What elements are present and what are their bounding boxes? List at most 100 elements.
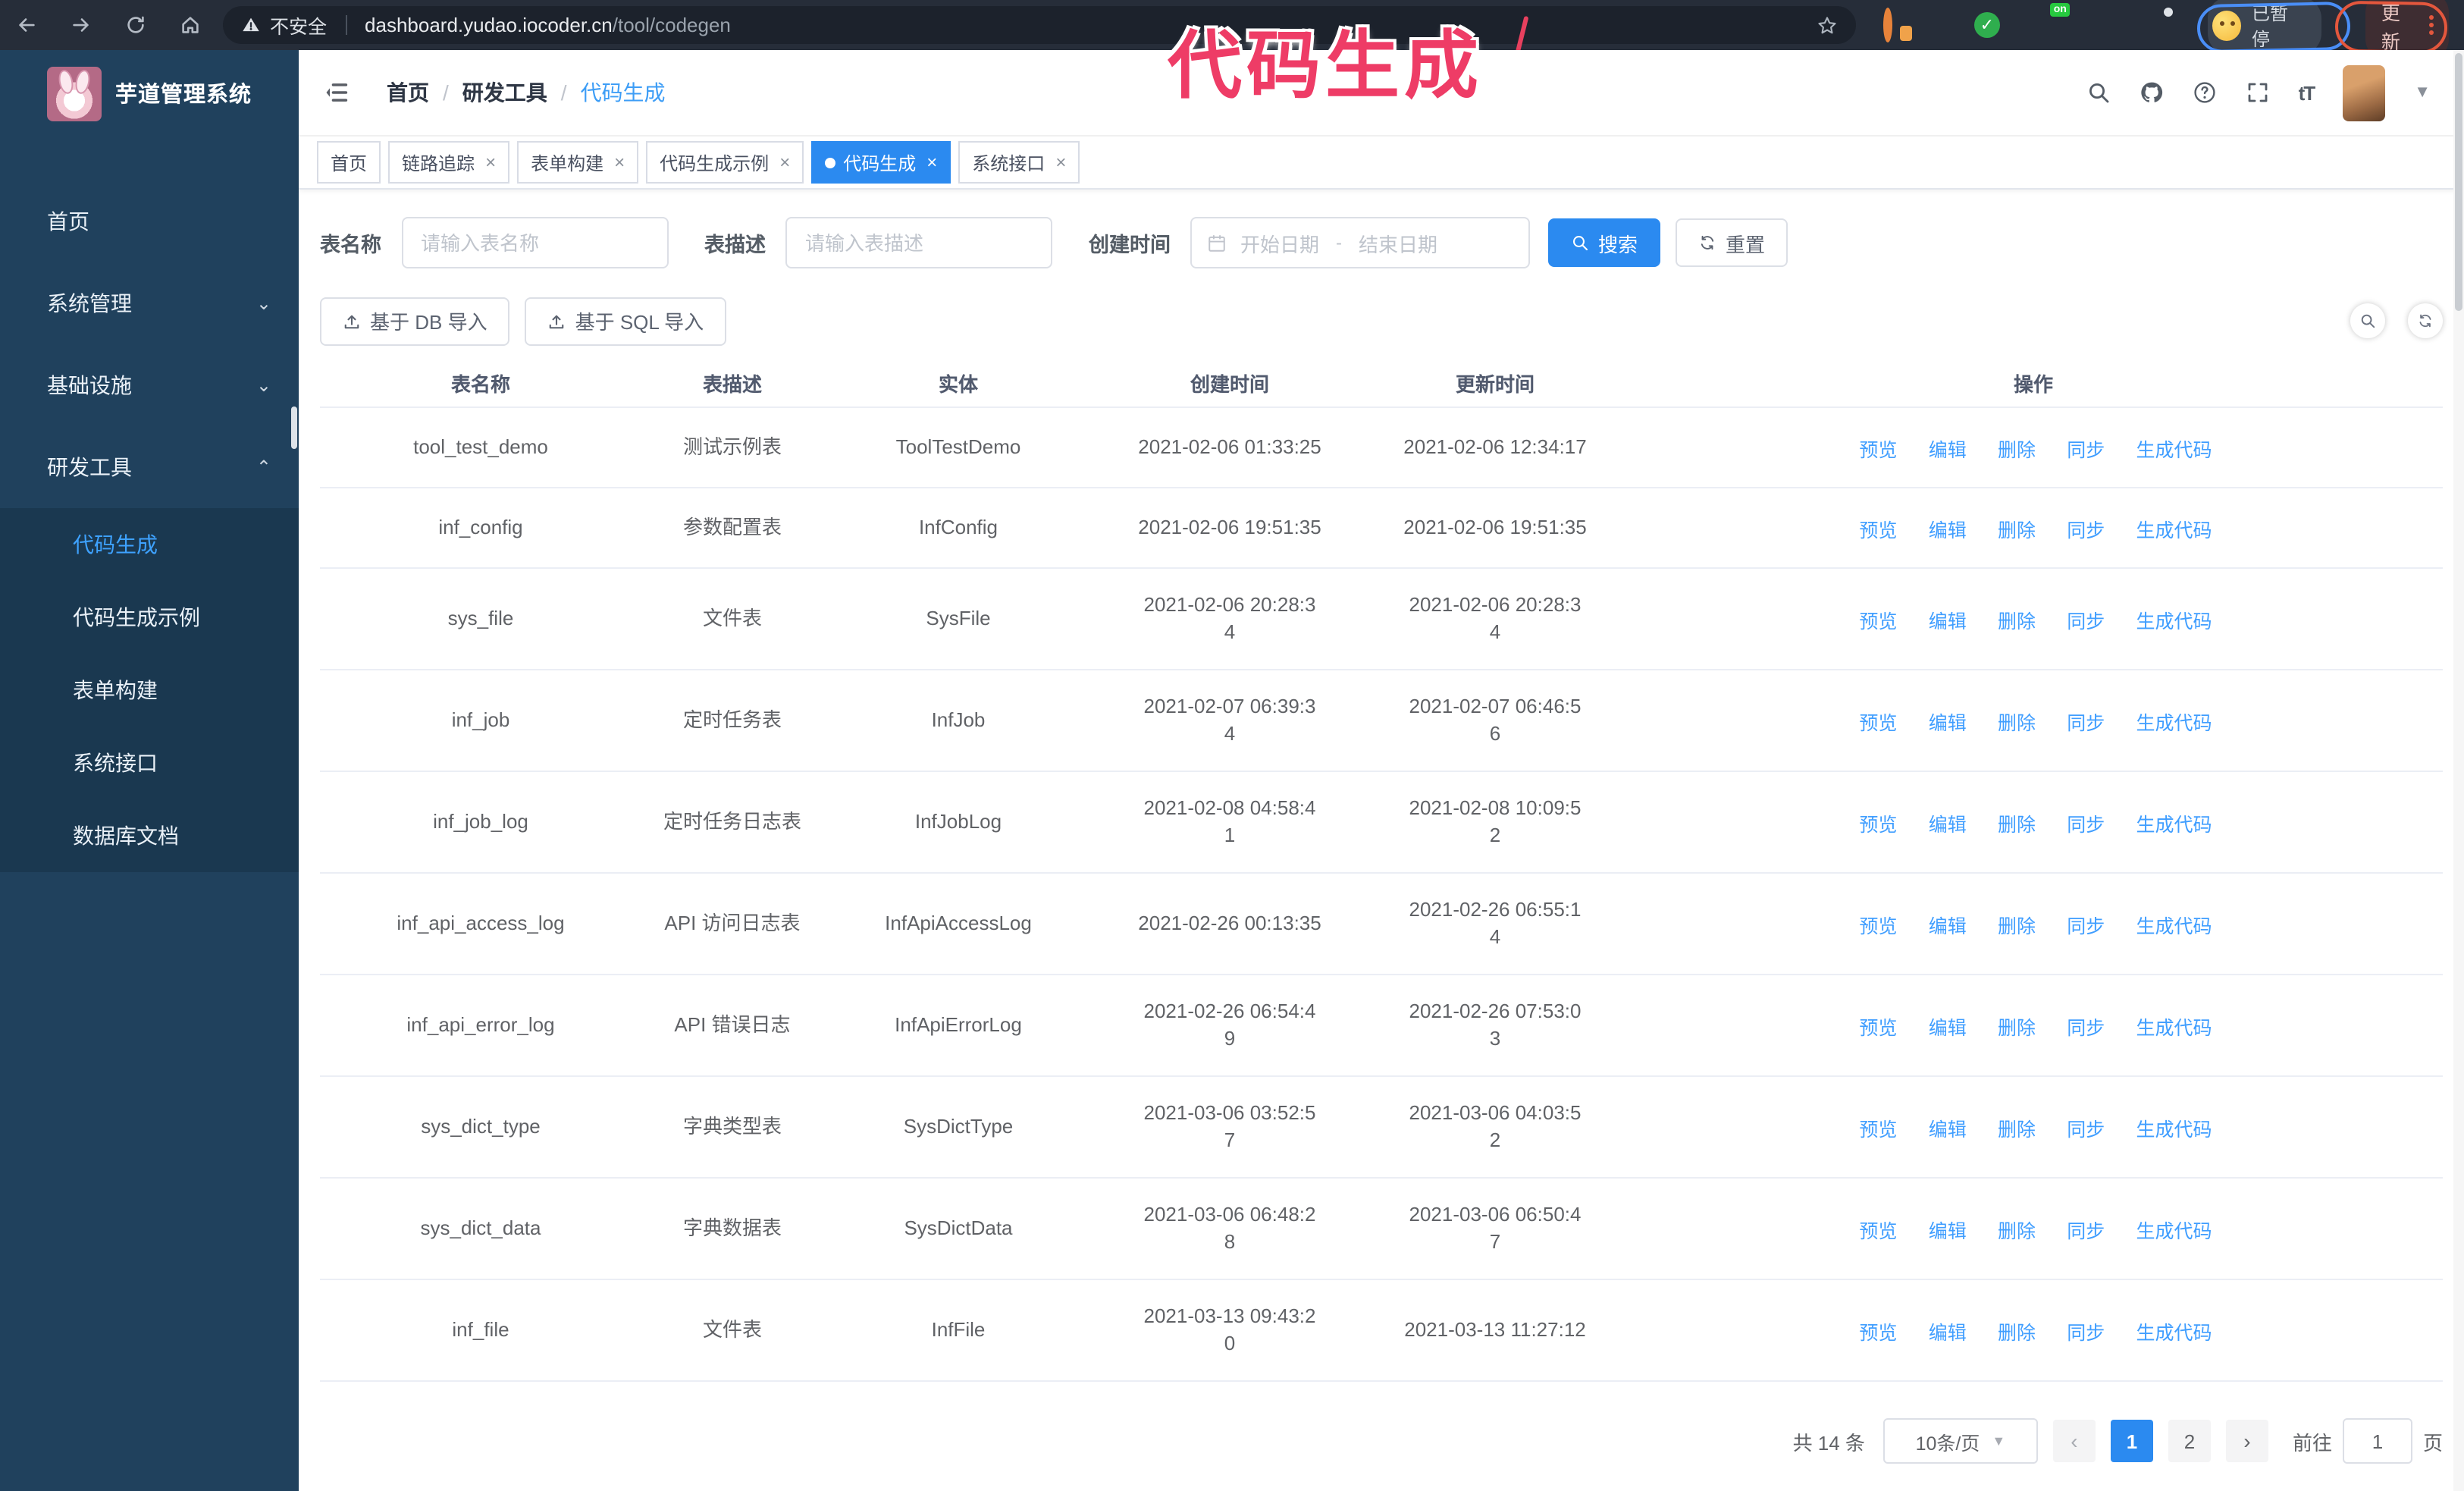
sidebar-item-首页[interactable]: 首页 <box>0 180 299 262</box>
prev-page-button[interactable]: ‹ <box>2052 1420 2096 1462</box>
generate-code-link[interactable]: 生成代码 <box>2132 710 2212 737</box>
edit-link[interactable]: 编辑 <box>1924 710 1967 737</box>
star-icon[interactable] <box>1817 14 1838 36</box>
generate-code-link[interactable]: 生成代码 <box>2132 1015 2212 1042</box>
sync-link[interactable]: 同步 <box>2062 1116 2105 1144</box>
sync-link[interactable]: 同步 <box>2062 811 2105 839</box>
sidebar-item-系统管理[interactable]: 系统管理 ⌄ <box>0 262 299 344</box>
sync-link[interactable]: 同步 <box>2062 1015 2105 1042</box>
preview-link[interactable]: 预览 <box>1854 710 1897 737</box>
browser-profile-badge[interactable]: 已暂停 <box>2207 0 2322 54</box>
edit-link[interactable]: 编辑 <box>1924 517 1967 545</box>
tab-首页[interactable]: 首页 <box>317 141 381 184</box>
cookie-extension-icon[interactable] <box>1882 8 1909 42</box>
sidebar-item-系统接口[interactable]: 系统接口 <box>0 727 299 799</box>
back-icon[interactable] <box>15 14 38 36</box>
close-icon[interactable]: × <box>779 152 790 173</box>
delete-link[interactable]: 删除 <box>1993 1116 2036 1144</box>
close-icon[interactable]: × <box>485 152 496 173</box>
fullscreen-icon[interactable] <box>2246 80 2270 105</box>
generate-code-link[interactable]: 生成代码 <box>2132 913 2212 940</box>
scrollbar[interactable] <box>2453 50 2464 1491</box>
menu-dots-icon[interactable] <box>2429 15 2434 35</box>
page-button-2[interactable]: 2 <box>2168 1420 2211 1462</box>
tab-系统接口[interactable]: 系统接口 × <box>958 141 1080 184</box>
close-icon[interactable]: × <box>926 152 937 173</box>
generate-code-link[interactable]: 生成代码 <box>2132 437 2212 464</box>
date-range-picker[interactable]: 开始日期 - 结束日期 <box>1190 217 1530 268</box>
sidebar-item-代码生成示例[interactable]: 代码生成示例 <box>0 581 299 654</box>
tab-链路追踪[interactable]: 链路追踪 × <box>388 141 510 184</box>
adblock-extension-icon[interactable]: ✓ <box>1973 12 2000 38</box>
edit-link[interactable]: 编辑 <box>1924 608 1967 636</box>
github-icon[interactable] <box>2140 80 2164 105</box>
gem-extension-icon[interactable] <box>1929 12 1955 38</box>
close-icon[interactable]: × <box>1055 152 1066 173</box>
search-button[interactable]: 搜索 <box>1548 218 1661 267</box>
sync-link[interactable]: 同步 <box>2062 1218 2105 1245</box>
search-icon[interactable] <box>2086 80 2111 105</box>
sidebar-scrollbar[interactable] <box>291 406 297 449</box>
sync-link[interactable]: 同步 <box>2062 437 2105 464</box>
next-page-button[interactable]: › <box>2225 1420 2268 1462</box>
generate-code-link[interactable]: 生成代码 <box>2132 608 2212 636</box>
generate-code-link[interactable]: 生成代码 <box>2132 1320 2212 1347</box>
security-indicator[interactable]: 不安全 <box>241 11 327 39</box>
preview-link[interactable]: 预览 <box>1854 811 1897 839</box>
caret-down-icon[interactable]: ▼ <box>2414 83 2431 102</box>
breadcrumb-home[interactable]: 首页 <box>387 77 429 108</box>
leaf-extension-icon[interactable] <box>2111 12 2136 38</box>
switch-extension-icon[interactable] <box>2065 12 2091 38</box>
generate-code-link[interactable]: 生成代码 <box>2132 517 2212 545</box>
preview-link[interactable]: 预览 <box>1854 437 1897 464</box>
generate-code-link[interactable]: 生成代码 <box>2132 1116 2212 1144</box>
reset-button[interactable]: 重置 <box>1676 218 1788 267</box>
import-db-button[interactable]: 基于 DB 导入 <box>320 297 510 345</box>
page-size-select[interactable]: 10条/页 ▼ <box>1882 1418 2038 1464</box>
table-name-input[interactable] <box>401 217 668 268</box>
sync-link[interactable]: 同步 <box>2062 710 2105 737</box>
delete-link[interactable]: 删除 <box>1993 437 2036 464</box>
delete-link[interactable]: 删除 <box>1993 517 2036 545</box>
grid-extension-icon[interactable] <box>2020 12 2045 38</box>
puzzle-extension-icon[interactable] <box>2156 12 2182 38</box>
refresh-table-button[interactable] <box>2408 303 2443 338</box>
sidebar-item-基础设施[interactable]: 基础设施 ⌄ <box>0 344 299 426</box>
preview-link[interactable]: 预览 <box>1854 1218 1897 1245</box>
toggle-search-button[interactable] <box>2350 303 2385 338</box>
forward-icon[interactable] <box>70 14 92 36</box>
hamburger-icon[interactable] <box>323 79 350 106</box>
home-icon[interactable] <box>179 14 202 36</box>
font-size-icon[interactable]: tT <box>2299 81 2316 104</box>
address-bar[interactable]: 不安全 dashboard.yudao.iocoder.cn/tool/code… <box>223 6 1856 44</box>
sidebar-item-数据库文档[interactable]: 数据库文档 <box>0 799 299 872</box>
edit-link[interactable]: 编辑 <box>1924 437 1967 464</box>
generate-code-link[interactable]: 生成代码 <box>2132 1218 2212 1245</box>
sidebar-item-代码生成[interactable]: 代码生成 <box>0 508 299 581</box>
close-icon[interactable]: × <box>614 152 625 173</box>
delete-link[interactable]: 删除 <box>1993 1218 2036 1245</box>
tab-表单构建[interactable]: 表单构建 × <box>517 141 639 184</box>
user-avatar[interactable] <box>2343 64 2386 121</box>
preview-link[interactable]: 预览 <box>1854 608 1897 636</box>
edit-link[interactable]: 编辑 <box>1924 1015 1967 1042</box>
preview-link[interactable]: 预览 <box>1854 1015 1897 1042</box>
page-button-1[interactable]: 1 <box>2110 1420 2153 1462</box>
help-icon[interactable] <box>2193 80 2217 105</box>
preview-link[interactable]: 预览 <box>1854 913 1897 940</box>
tab-代码生成[interactable]: 代码生成 × <box>811 141 951 184</box>
sidebar-item-研发工具[interactable]: 研发工具 ⌃ <box>0 426 299 508</box>
sync-link[interactable]: 同步 <box>2062 913 2105 940</box>
sidebar-item-表单构建[interactable]: 表单构建 <box>0 654 299 727</box>
edit-link[interactable]: 编辑 <box>1924 811 1967 839</box>
goto-page-input[interactable] <box>2342 1418 2412 1464</box>
delete-link[interactable]: 删除 <box>1993 1320 2036 1347</box>
app-logo[interactable]: 芋道管理系统 <box>0 50 299 137</box>
edit-link[interactable]: 编辑 <box>1924 1320 1967 1347</box>
delete-link[interactable]: 删除 <box>1993 1015 2036 1042</box>
delete-link[interactable]: 删除 <box>1993 608 2036 636</box>
generate-code-link[interactable]: 生成代码 <box>2132 811 2212 839</box>
breadcrumb-tools[interactable]: 研发工具 <box>462 77 547 108</box>
edit-link[interactable]: 编辑 <box>1924 1218 1967 1245</box>
edit-link[interactable]: 编辑 <box>1924 913 1967 940</box>
